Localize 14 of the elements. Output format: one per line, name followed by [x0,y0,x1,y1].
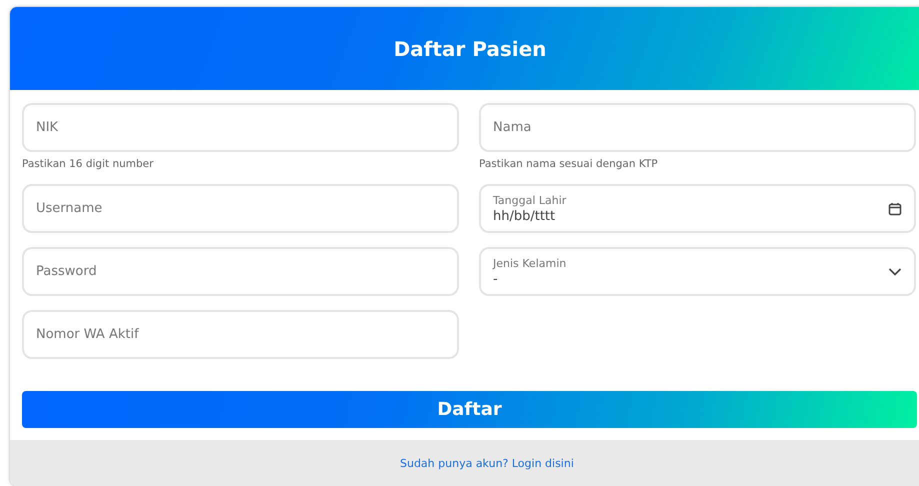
input-field[interactable]: Password [22,247,459,296]
select-field[interactable]: Jenis Kelamin - [479,247,916,296]
hint-text: Pastikan 16 digit number [22,158,154,170]
input-field[interactable]: NIK [22,103,459,152]
form-title: Daftar Pasien [394,36,546,60]
submit-button[interactable]: Daftar [22,391,917,428]
input-field[interactable]: Nomor WA Aktif [22,310,459,359]
date-field[interactable]: Tanggal Lahir hh/bb/tttt [479,184,916,233]
input-field[interactable]: Nama [479,103,916,152]
login-link[interactable]: Sudah punya akun? Login disini [400,456,574,470]
input-field[interactable]: Username [22,184,459,233]
hint-text: Pastikan nama sesuai dengan KTP [479,158,659,170]
calendar-icon[interactable] [888,202,902,216]
chevron-down-icon [888,266,902,276]
